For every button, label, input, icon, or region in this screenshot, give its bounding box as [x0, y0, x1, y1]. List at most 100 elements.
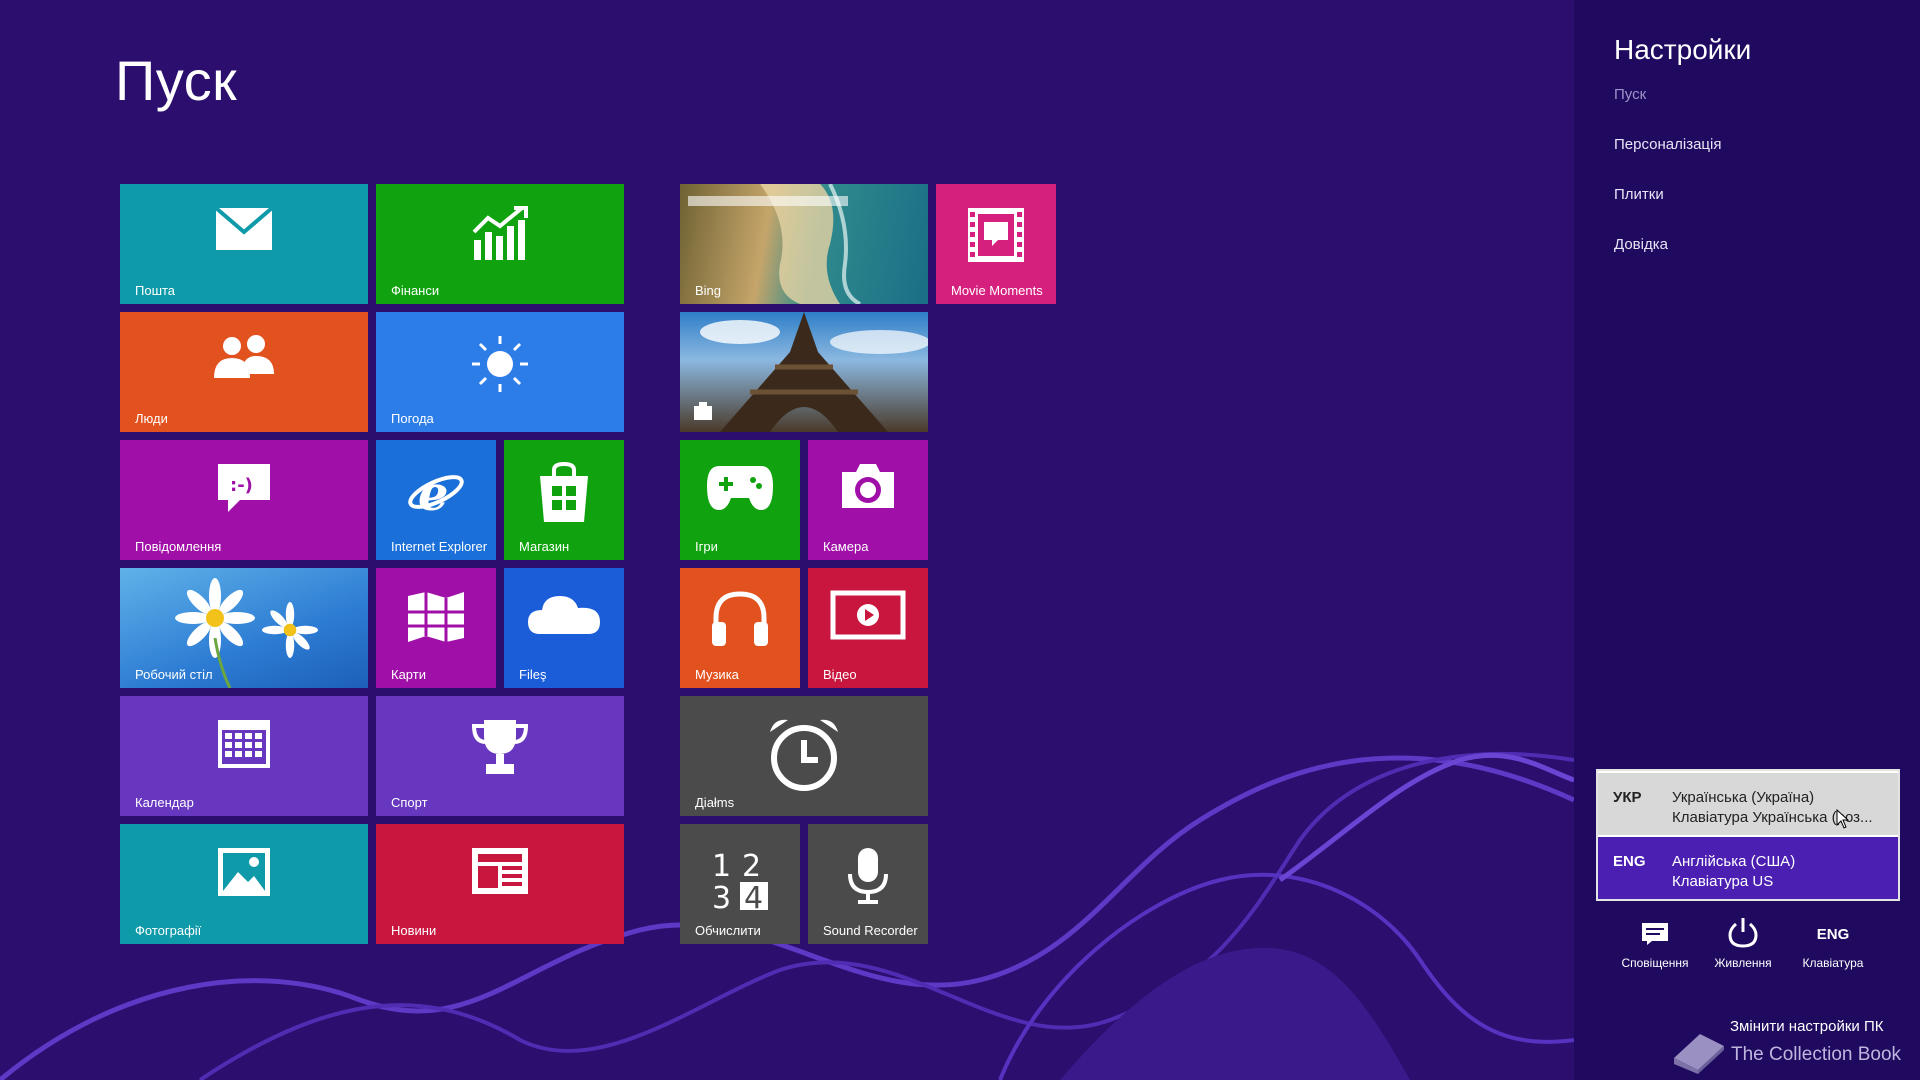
- notifications-button[interactable]: Сповіщення: [1610, 916, 1700, 976]
- alarm-clock-icon: [680, 714, 928, 794]
- tile-label: Діаłms: [695, 795, 735, 810]
- language-popup: УКР Українська (Україна) Клавіатура Укра…: [1596, 769, 1900, 901]
- sun-icon: [376, 334, 624, 394]
- tile-label: Повідомлення: [135, 539, 222, 554]
- notifications-icon: [1642, 923, 1668, 945]
- people-icon: [120, 334, 368, 382]
- news-icon: [376, 846, 624, 896]
- photo-icon: [120, 846, 368, 898]
- tile-camera[interactable]: Камера: [808, 440, 928, 560]
- tile-movie-moments[interactable]: Movie Moments: [936, 184, 1056, 304]
- svg-text::-): :-): [230, 475, 253, 496]
- tile-label: Камера: [823, 539, 869, 554]
- tile-sound-recorder[interactable]: Sound Recorder: [808, 824, 928, 944]
- tile-news[interactable]: Новини: [376, 824, 624, 944]
- tile-label: Календар: [135, 795, 194, 810]
- microphone-icon: [808, 846, 928, 906]
- cursor-icon: [1836, 809, 1850, 829]
- tile-label: Bing: [695, 283, 722, 298]
- tile-label: Музика: [695, 667, 739, 682]
- tile-label: Карти: [391, 667, 426, 682]
- store-icon: [504, 462, 624, 524]
- keyboard-layout: Клавіатура US: [1672, 873, 1774, 890]
- tile-label: Fileş: [519, 667, 547, 682]
- tile-label: Спорт: [391, 795, 428, 810]
- eiffel-tower-image: [694, 312, 928, 432]
- settings-charm-pane: Настройки Пуск Персоналізація Плитки Дов…: [1574, 0, 1920, 1080]
- tile-mail[interactable]: Пошта: [120, 184, 368, 304]
- language-option-ukr[interactable]: УКР Українська (Україна) Клавіатура Укра…: [1598, 773, 1898, 835]
- svg-text:2: 2: [742, 849, 761, 884]
- tile-label: Люди: [135, 411, 168, 426]
- settings-item-personalization[interactable]: Персоналізація: [1614, 136, 1721, 153]
- tile-files[interactable]: Fileş: [504, 568, 624, 688]
- tile-label: Новини: [391, 923, 437, 938]
- language-code: УКР: [1613, 789, 1642, 806]
- tile-travel[interactable]: [680, 312, 928, 432]
- camera-icon: [808, 462, 928, 510]
- tile-finance[interactable]: Фінанси: [376, 184, 624, 304]
- tile-calendar[interactable]: Календар: [120, 696, 368, 816]
- notifications-label: Сповіщення: [1621, 956, 1689, 970]
- svg-text:1: 1: [712, 849, 731, 884]
- cloud-icon: [504, 590, 624, 636]
- tile-label: Ігри: [695, 539, 718, 554]
- tile-video[interactable]: Відео: [808, 568, 928, 688]
- keyboard-code: ENG: [1816, 926, 1850, 943]
- power-button[interactable]: Живлення: [1698, 916, 1788, 976]
- map-icon: [376, 590, 496, 644]
- tile-messaging[interactable]: :-) Повідомлення: [120, 440, 368, 560]
- film-icon: [936, 206, 1056, 264]
- tile-store[interactable]: Магазин: [504, 440, 624, 560]
- settings-item-start[interactable]: Пуск: [1614, 86, 1646, 103]
- language-code: ENG: [1613, 853, 1646, 870]
- calculator-icon: 1234: [680, 846, 800, 912]
- tile-label: Фотографії: [135, 923, 202, 938]
- calendar-icon: [120, 718, 368, 770]
- keyboard-label: Клавіатура: [1802, 956, 1864, 970]
- tile-music[interactable]: Музика: [680, 568, 800, 688]
- language-option-eng[interactable]: ENG Англійська (США) Клавіатура US: [1598, 837, 1898, 899]
- tile-label: Робочий стіл: [135, 667, 213, 682]
- language-name: Англійська (США): [1672, 853, 1796, 870]
- tile-label: Internet Explorer: [391, 539, 488, 554]
- language-name: Українська (Україна): [1672, 789, 1815, 806]
- internet-explorer-icon: e: [376, 462, 496, 522]
- video-icon: [808, 590, 928, 640]
- tile-maps[interactable]: Карти: [376, 568, 496, 688]
- watermark-text: The Collection Book: [1731, 1044, 1902, 1065]
- power-icon: [1728, 918, 1758, 948]
- tile-weather[interactable]: Погода: [376, 312, 624, 432]
- svg-text:e: e: [418, 466, 449, 522]
- tile-bing[interactable]: Bing: [680, 184, 928, 304]
- start-screen: Пуск Пошта Фінанси Люди Погода :-) Повід…: [0, 0, 1574, 1080]
- chart-icon: [376, 206, 624, 262]
- settings-item-tiles[interactable]: Плитки: [1614, 186, 1664, 203]
- keyboard-button[interactable]: ENG Клавіатура: [1788, 916, 1878, 976]
- tile-label: Обчислити: [695, 923, 761, 938]
- svg-text:4: 4: [744, 881, 763, 912]
- tile-games[interactable]: Ігри: [680, 440, 800, 560]
- gamepad-icon: [680, 462, 800, 512]
- tile-people[interactable]: Люди: [120, 312, 368, 432]
- tile-label: Магазин: [519, 539, 570, 554]
- power-label: Живлення: [1714, 956, 1772, 970]
- tile-label: Відео: [823, 667, 857, 682]
- settings-item-help[interactable]: Довідка: [1614, 236, 1668, 253]
- tile-calculator[interactable]: 1234 Обчислити: [680, 824, 800, 944]
- book-icon: [1674, 1034, 1724, 1074]
- tile-label: Фінанси: [391, 283, 440, 298]
- mail-icon: [120, 206, 368, 252]
- change-pc-settings-link[interactable]: Змінити настройки ПК: [1730, 1018, 1883, 1035]
- tile-label: Sound Recorder: [823, 923, 918, 938]
- tile-label: Movie Moments: [951, 283, 1043, 298]
- message-icon: :-): [120, 462, 368, 514]
- tile-sport[interactable]: Спорт: [376, 696, 624, 816]
- tile-desktop[interactable]: Робочий стіл: [120, 568, 368, 688]
- tile-photos[interactable]: Фотографії: [120, 824, 368, 944]
- settings-title: Настройки: [1614, 34, 1752, 65]
- tile-label: Пошта: [135, 283, 176, 298]
- svg-text:3: 3: [712, 881, 731, 912]
- tile-internet-explorer[interactable]: e Internet Explorer: [376, 440, 496, 560]
- tile-alarms[interactable]: Діаłms: [680, 696, 928, 816]
